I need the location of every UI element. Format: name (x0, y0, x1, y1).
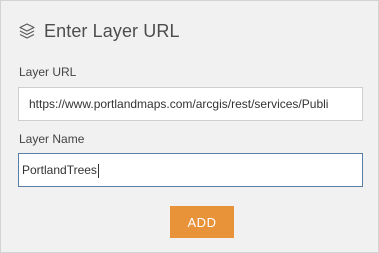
layer-url-value: https://www.portlandmaps.com/arcgis/rest… (29, 97, 329, 111)
layers-icon (18, 22, 36, 40)
layer-name-input[interactable]: PortlandTrees (18, 153, 363, 187)
layer-name-value: PortlandTrees (22, 163, 97, 177)
add-button[interactable]: ADD (170, 206, 234, 238)
panel-title: Enter Layer URL (44, 20, 180, 41)
layer-url-label: Layer URL (19, 65, 77, 79)
add-layer-panel: Enter Layer URL Layer URL https://www.po… (0, 0, 379, 253)
panel-header: Enter Layer URL (18, 18, 180, 44)
layer-url-input[interactable]: https://www.portlandmaps.com/arcgis/rest… (18, 87, 363, 121)
layer-name-label: Layer Name (19, 132, 85, 146)
text-caret (97, 163, 99, 178)
